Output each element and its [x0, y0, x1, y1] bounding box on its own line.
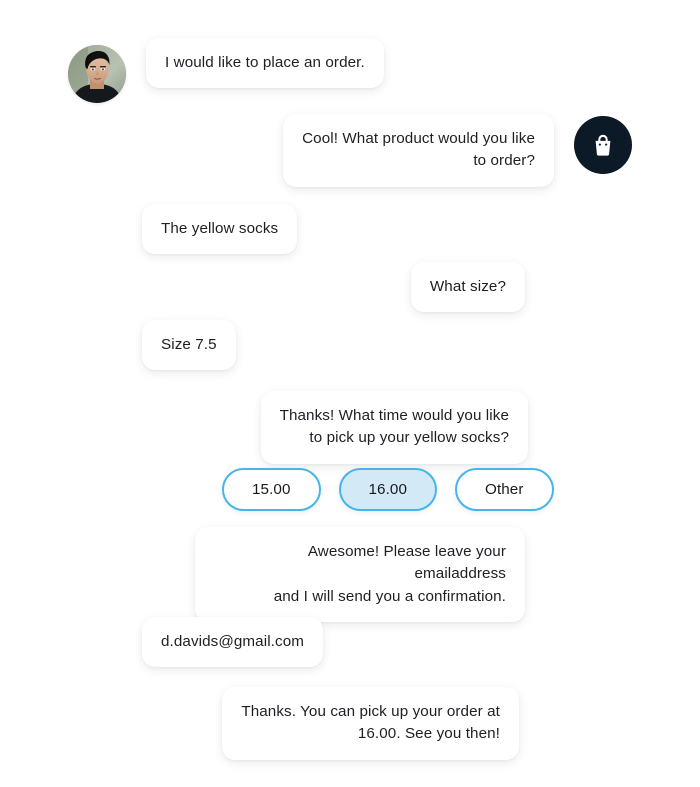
quick-reply-chip-1600[interactable]: 16.00 — [338, 468, 438, 512]
chat-conversation: I would like to place an order. Cool! Wh… — [0, 0, 700, 787]
message-row-agent: What size? — [410, 262, 525, 313]
message-bubble: Awesome! Please leave your emailaddress … — [195, 527, 525, 623]
quick-reply-group: 15.00 16.00 Other — [222, 468, 554, 512]
message-bubble: Thanks. You can pick up your order at 16… — [222, 687, 519, 760]
message-row-user: The yellow socks — [142, 204, 298, 255]
quick-reply-chip-other[interactable]: Other — [455, 468, 554, 512]
message-row-user: I would like to place an order. — [68, 38, 384, 103]
message-bubble: What size? — [410, 262, 525, 313]
message-bubble: I would like to place an order. — [146, 38, 384, 89]
message-bubble: d.davids@gmail.com — [142, 617, 323, 668]
message-bubble: Thanks! What time would you like to pick… — [260, 391, 528, 464]
message-row-user: Size 7.5 — [142, 320, 236, 371]
user-photo-avatar — [68, 45, 126, 103]
message-row-agent: Thanks. You can pick up your order at 16… — [222, 687, 519, 760]
message-row-user: d.davids@gmail.com — [142, 617, 323, 668]
message-row-agent: Thanks! What time would you like to pick… — [260, 391, 528, 464]
shopping-bag-icon — [574, 116, 632, 174]
message-row-agent: Awesome! Please leave your emailaddress … — [195, 527, 525, 623]
message-bubble: Size 7.5 — [142, 320, 236, 371]
message-bubble: Cool! What product would you like to ord… — [283, 114, 554, 187]
message-bubble: The yellow socks — [142, 204, 298, 255]
quick-reply-chip-1500[interactable]: 15.00 — [222, 468, 321, 512]
message-row-agent: Cool! What product would you like to ord… — [283, 114, 632, 187]
